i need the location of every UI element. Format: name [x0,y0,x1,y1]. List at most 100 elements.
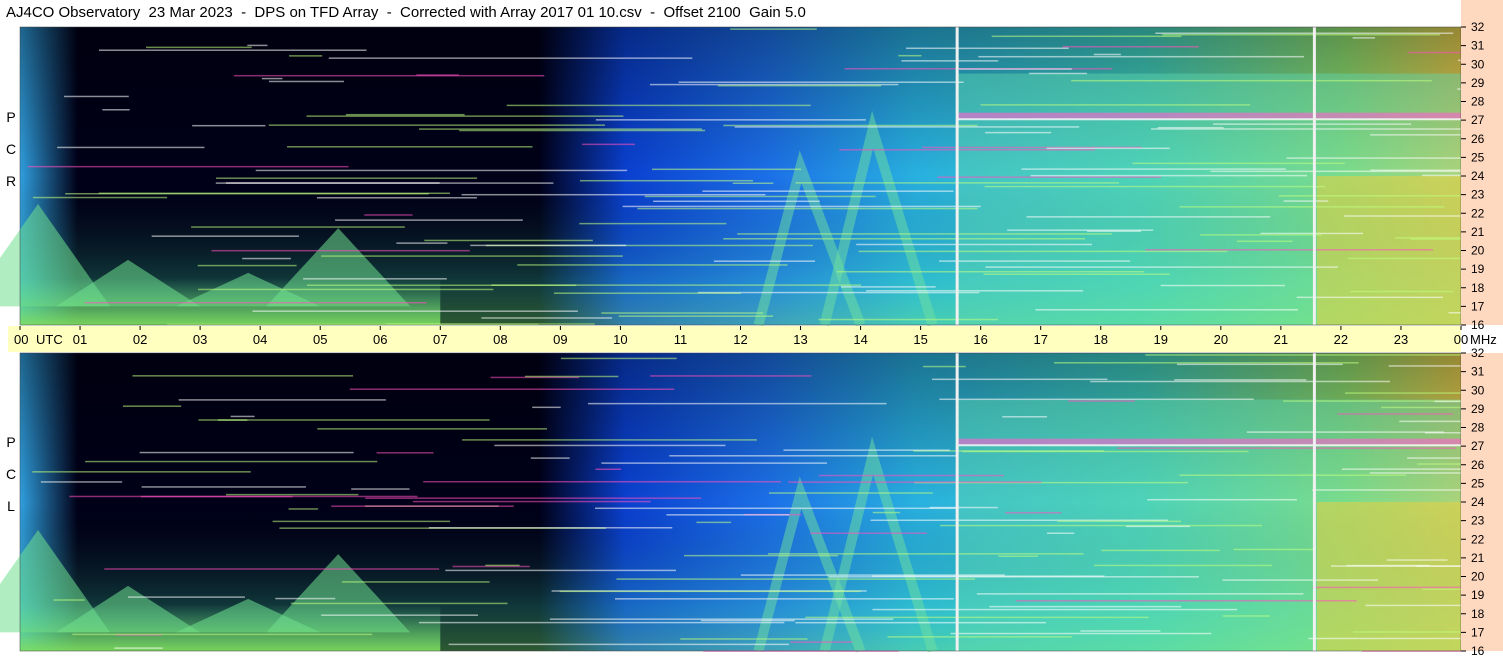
rfi-streak [1283,400,1461,402]
rfi-streak [1116,447,1457,449]
rfi-streak [255,169,628,172]
rfi-streak [216,177,478,179]
freq-unit-label: MHz [1470,332,1497,347]
rfi-streak [1345,392,1461,394]
rfi-streak [1030,174,1308,177]
rfi-streak [104,568,440,570]
rfi-streak [683,554,839,557]
rfi-streak [1162,33,1441,36]
rfi-streak [1421,588,1461,591]
rfi-streak [1093,564,1272,567]
rfi-streak [872,608,1238,611]
rfi-streak [191,226,405,228]
band-27mhz [956,438,1461,445]
freq-tick-label: 31 [1471,365,1485,379]
rfi-streak [151,235,299,237]
freq-tick-label: 29 [1471,76,1485,90]
rfi-streak [937,176,1161,178]
rfi-streak [959,68,1072,70]
rfi-streak [365,497,702,499]
freq-tick-label: 29 [1471,402,1485,416]
rfi-streak [272,520,451,523]
rfi-streak [1160,284,1285,287]
rfi-streak [1410,238,1461,240]
rfi-streak [1352,37,1375,39]
rfi-streak [132,375,354,377]
rfi-streak [252,310,578,312]
rfi-streak [1346,564,1430,567]
freq-tick-label: 28 [1471,95,1485,109]
rfi-streak [560,357,677,360]
time-tick-label: 07 [433,332,447,347]
freq-tick-label: 25 [1471,150,1485,164]
rfi-streak [985,266,1339,268]
utc-time-axis: 00 01 02 03 04 05 06 07 08 09 10 11 12 13 14 15 16 17 18 19… [8,326,1497,352]
rfi-streak [1407,457,1461,459]
rfi-streak [268,80,344,83]
rfi-streak [345,113,465,116]
rfi-streak [376,452,434,454]
rfi-streak [669,455,957,457]
time-tick-label: 00 [14,332,28,347]
rfi-streak [1399,420,1461,423]
rfi-streak [1343,215,1461,217]
rfi-streak [1174,379,1307,381]
rfi-streak [1157,126,1224,129]
freq-tick-label: 26 [1471,458,1485,472]
freq-tick-label: 19 [1471,262,1485,276]
rfi-streak [247,44,268,47]
vertical-marker [955,27,959,325]
band-27mhz-core [956,118,1461,121]
time-tick-label: 19 [1154,332,1168,347]
time-tick-label: 22 [1334,332,1348,347]
rfi-streak [818,474,1004,477]
time-tick-label: 21 [1274,332,1288,347]
pol-letter: P [6,434,16,450]
rfi-streak [349,388,675,390]
rfi-streak [615,598,954,600]
pol-letter: C [5,141,17,157]
rfi-streak [856,243,1092,246]
rfi-streak [666,514,790,516]
pol-letter: C [5,466,17,482]
rfi-streak [396,242,448,244]
time-tick-label: 03 [193,332,207,347]
rfi-streak [275,597,336,600]
freq-tick-label: 20 [1471,570,1485,584]
time-tick-label: 10 [613,332,627,347]
rfi-streak [211,249,470,252]
time-tick-label: 15 [913,332,927,347]
freq-tick-label: 22 [1471,206,1485,220]
rfi-streak [530,457,570,459]
rfi-streak [485,564,520,567]
rfi-streak [737,233,1113,235]
rfi-streak [290,602,508,605]
rfi-streak [582,143,636,146]
rfi-streak [978,55,1304,58]
rfi-streak [461,193,766,196]
rfi-streak [858,250,1228,253]
rfi-streak [1246,431,1445,433]
time-tick-label: 18 [1094,332,1108,347]
lcp-panel [0,352,1462,653]
rfi-streak [1145,249,1433,251]
lcp-polarization-label: P C L [4,433,18,516]
rfi-streak [317,428,547,430]
rfi-streak [217,419,248,421]
rfi-streak [1434,400,1461,403]
rfi-streak [65,192,429,195]
rfi-streak [929,506,998,509]
rfi-streak [650,375,812,377]
rfi-streak [197,288,494,291]
rfi-streak [678,81,964,83]
rfi-streak [1370,169,1461,172]
rfi-streak [1046,147,1170,150]
rfi-streak [579,222,727,225]
rfi-streak [481,317,613,319]
rfi-streak [1057,520,1181,523]
rfi-streak [1350,290,1454,293]
rfi-streak [1035,309,1299,311]
rfi-streak [1126,525,1191,528]
freq-tick-label: 18 [1471,281,1485,295]
rfi-streak [1071,79,1432,82]
